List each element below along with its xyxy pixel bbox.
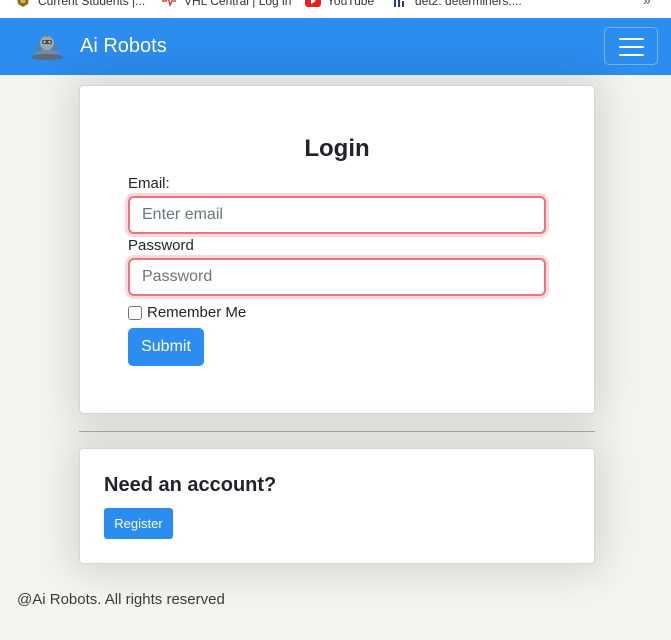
vhl-heartbeat-icon (162, 0, 176, 8)
password-field[interactable] (128, 258, 546, 296)
bookmark-det2[interactable]: det2: determiners.... (393, 0, 522, 8)
bookmark-current-students[interactable]: Current Students |... (16, 0, 145, 8)
bookmark-label: det2: determiners.... (415, 0, 522, 8)
navbar: Ai Robots (0, 18, 671, 75)
submit-button[interactable]: Submit (128, 328, 204, 366)
password-label: Password (128, 237, 194, 254)
brand-name[interactable]: Ai Robots (80, 35, 167, 58)
navbar-toggle-button[interactable] (604, 27, 658, 65)
bookmark-label: VHL Central | Log in (184, 0, 292, 8)
register-card: Need an account? Register (79, 448, 595, 564)
bookmark-label: Current Students |... (38, 0, 146, 8)
university-crest-icon (16, 0, 30, 7)
robot-logo-icon[interactable] (28, 30, 66, 62)
footer-text: @Ai Robots. All rights reserved (17, 591, 225, 608)
login-title: Login (304, 135, 370, 162)
remember-me-label[interactable]: Remember Me (147, 304, 246, 321)
remember-me-checkbox[interactable] (128, 305, 142, 320)
bookmark-label: YouTube (327, 0, 375, 8)
divider (79, 431, 595, 432)
remember-me: Remember Me (128, 304, 246, 321)
bookmark-youtube[interactable]: YouTube (305, 0, 374, 8)
register-title: Need an account? (104, 474, 277, 496)
login-card: Login Email: Password Remember Me Submit (79, 85, 595, 414)
email-field[interactable] (128, 196, 546, 234)
register-button[interactable]: Register (104, 508, 173, 539)
bookmarks-bar: Current Students |... VHL Central | Log … (0, 0, 671, 18)
bars-chart-icon (393, 0, 407, 7)
bookmark-vhl-central[interactable]: VHL Central | Log in (162, 0, 291, 8)
youtube-icon (305, 0, 321, 7)
bookmarks-overflow-button[interactable]: » (643, 0, 651, 8)
email-label: Email: (128, 175, 170, 192)
